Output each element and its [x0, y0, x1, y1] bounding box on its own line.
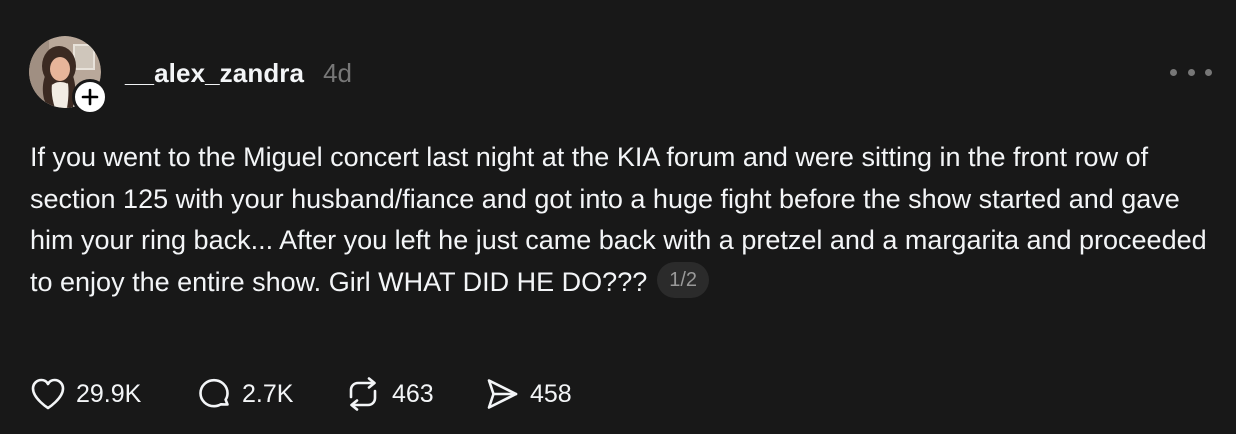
action-bar: 29.9K 2.7K 463 458: [30, 376, 594, 412]
repost-count: 463: [392, 379, 434, 408]
more-horizontal-icon: [1187, 68, 1195, 76]
more-horizontal-icon: [1170, 68, 1177, 76]
follow-button[interactable]: [72, 79, 108, 115]
more-horizontal-icon: [1205, 68, 1212, 76]
more-options-button[interactable]: [1170, 60, 1212, 84]
post-text: If you went to the Miguel concert last n…: [30, 142, 1207, 297]
like-button[interactable]: 29.9K: [30, 377, 196, 411]
send-icon: [487, 379, 518, 409]
reply-button[interactable]: 2.7K: [196, 376, 344, 412]
username-link[interactable]: __alex_zandra: [125, 58, 304, 89]
heart-icon: [31, 378, 65, 410]
page-indicator-badge: 1/2: [657, 262, 710, 299]
plus-icon: [81, 88, 99, 106]
post-body: If you went to the Miguel concert last n…: [30, 137, 1210, 303]
like-count: 29.9K: [76, 379, 142, 408]
repost-button[interactable]: 463: [344, 376, 484, 412]
reply-count: 2.7K: [242, 379, 294, 408]
repost-icon: [349, 377, 377, 411]
avatar-container[interactable]: [29, 36, 108, 115]
post-header: __alex_zandra 4d: [125, 58, 352, 92]
post-timestamp[interactable]: 4d: [323, 58, 352, 89]
comment-bubble-icon: [199, 378, 229, 408]
share-count: 458: [530, 379, 572, 408]
share-button[interactable]: 458: [484, 376, 594, 412]
thread-post: __alex_zandra 4d If you went to the Migu…: [0, 0, 1236, 434]
